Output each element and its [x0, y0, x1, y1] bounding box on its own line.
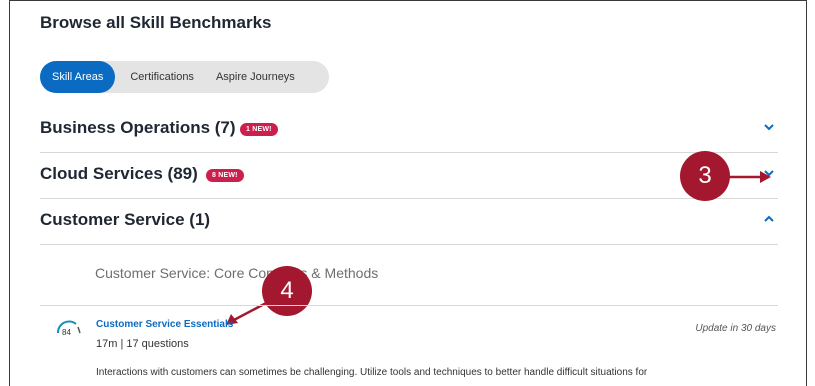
update-status: Update in 30 days — [695, 323, 776, 334]
callout-arrow-icon — [728, 171, 771, 183]
section-business-operations[interactable]: Business Operations (7) 1 NEW! — [40, 107, 778, 153]
tab-group: Skill Areas Certifications Aspire Journe… — [40, 61, 329, 93]
new-badge: 1 NEW! — [240, 123, 278, 136]
chevron-up-icon[interactable] — [762, 212, 776, 226]
subgroup-title: Customer Service: Core Concepts & Method… — [95, 265, 379, 281]
tab-aspire-journeys[interactable]: Aspire Journeys — [205, 61, 306, 93]
score-value: 84 — [62, 328, 71, 337]
benchmarks-panel: Browse all Skill Benchmarks Skill Areas … — [9, 0, 807, 386]
course-title-link[interactable]: Customer Service Essentials — [96, 319, 233, 330]
section-title: Cloud Services (89) — [40, 164, 198, 183]
score-gauge-icon: 84 — [56, 320, 81, 337]
tab-certifications[interactable]: Certifications — [119, 61, 205, 93]
callout-3: 3 — [680, 151, 730, 201]
course-meta: 17m | 17 questions — [96, 338, 189, 350]
section-title: Business Operations (7) — [40, 118, 236, 137]
page-title: Browse all Skill Benchmarks — [40, 13, 272, 32]
tab-skill-areas[interactable]: Skill Areas — [40, 61, 116, 93]
new-badge: 8 NEW! — [206, 169, 244, 182]
section-customer-service[interactable]: Customer Service (1) — [40, 199, 778, 245]
section-title: Customer Service (1) — [40, 210, 211, 229]
chevron-down-icon[interactable] — [762, 120, 776, 134]
section-cloud-services[interactable]: Cloud Services (89) 8 NEW! — [40, 153, 778, 199]
course-description: Interactions with customers can sometime… — [96, 367, 648, 378]
divider — [40, 305, 778, 306]
